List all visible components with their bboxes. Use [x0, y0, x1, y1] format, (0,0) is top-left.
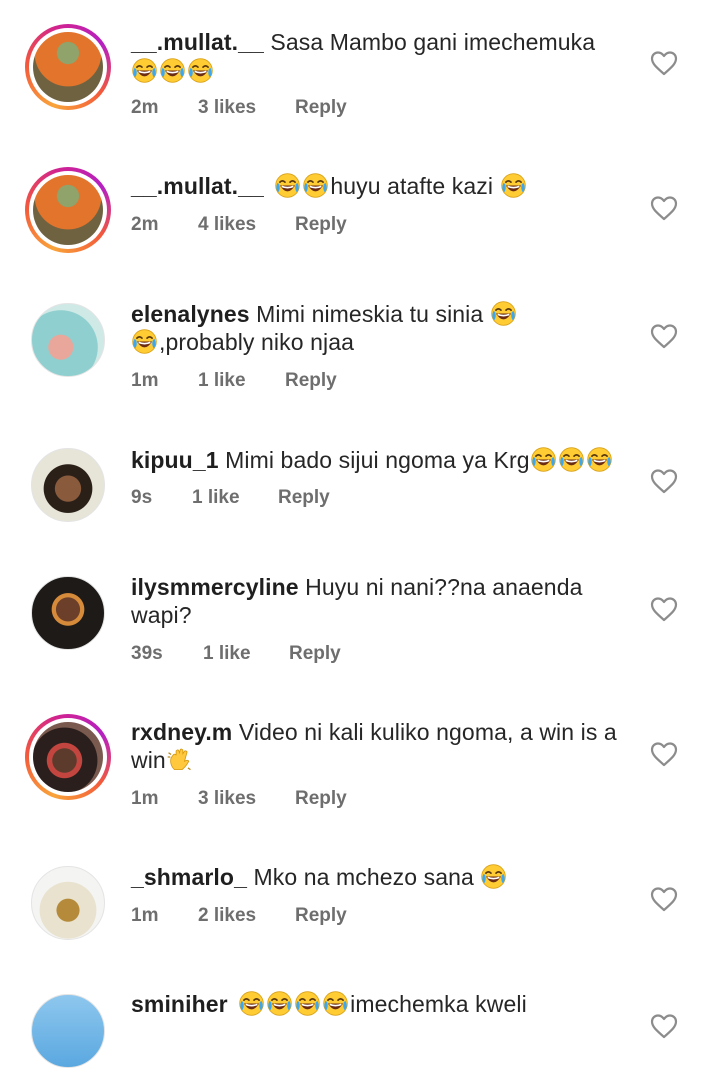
laugh-emoji-icon [274, 172, 301, 199]
avatar[interactable] [25, 988, 111, 1074]
avatar-image [33, 722, 103, 792]
username[interactable]: __.mullat.__ [131, 29, 264, 55]
timestamp: 39s [131, 643, 163, 664]
reply-button[interactable]: Reply [289, 643, 341, 665]
avatar-image [31, 448, 105, 522]
likes-count[interactable]: 3 likes [198, 97, 256, 119]
like-heart-icon[interactable] [650, 886, 678, 912]
laugh-emoji-icon [530, 446, 557, 473]
like-heart-icon[interactable] [650, 596, 678, 622]
avatar-image [31, 994, 105, 1068]
comment-text: elenalynes Mimi nimeskia tu sinia [131, 300, 631, 328]
comment-text: sminiher imechemka kweli [131, 990, 527, 1017]
username[interactable]: _shmarlo_ [131, 864, 247, 890]
laugh-emoji-icon [187, 57, 214, 84]
avatar-image [33, 32, 103, 102]
laugh-emoji-icon [480, 863, 507, 890]
avatar-image [31, 576, 105, 650]
laugh-emoji-icon [294, 990, 321, 1017]
avatar[interactable] [25, 167, 111, 253]
laugh-emoji-icon [131, 328, 158, 355]
comment-text: kipuu_1 Mimi bado sijui ngoma ya Krg [131, 446, 631, 474]
timestamp: 2m [131, 214, 159, 235]
comment-text: _shmarlo_ Mko na mchezo sana [131, 863, 631, 891]
laugh-emoji-icon [266, 990, 293, 1017]
like-heart-icon[interactable] [650, 50, 678, 76]
reply-button[interactable]: Reply [295, 214, 347, 236]
username[interactable]: rxdney.m [131, 719, 232, 745]
avatar-image [31, 303, 105, 377]
avatar[interactable] [25, 570, 111, 656]
comment-text: ilysmmercyline Huyu ni nani??na anaenda [131, 574, 583, 600]
timestamp: 2m [131, 97, 159, 118]
laugh-emoji-icon [238, 990, 265, 1017]
laugh-emoji-icon [322, 990, 349, 1017]
laugh-emoji-icon [500, 172, 527, 199]
avatar[interactable] [25, 24, 111, 110]
comment-text: __.mullat.__ huyu atafte kazi [131, 172, 631, 200]
laugh-emoji-icon [558, 446, 585, 473]
likes-count[interactable]: 3 likes [198, 788, 256, 810]
like-heart-icon[interactable] [650, 468, 678, 494]
avatar-image [31, 866, 105, 940]
laugh-emoji-icon [159, 57, 186, 84]
like-heart-icon[interactable] [650, 323, 678, 349]
username[interactable]: ilysmmercyline [131, 574, 299, 600]
laugh-emoji-icon [586, 446, 613, 473]
likes-count[interactable]: 1 like [198, 370, 246, 392]
username[interactable]: __.mullat.__ [131, 173, 264, 199]
avatar[interactable] [25, 714, 111, 800]
likes-count[interactable]: 1 like [192, 487, 240, 509]
likes-count[interactable]: 2 likes [198, 905, 256, 927]
likes-count[interactable]: 4 likes [198, 214, 256, 236]
timestamp: 1m [131, 788, 159, 809]
likes-count[interactable]: 1 like [203, 643, 251, 665]
wave-emoji-icon [166, 746, 193, 773]
timestamp: 9s [131, 487, 153, 508]
comment-text: __.mullat.__ Sasa Mambo gani imechemuka [131, 29, 596, 55]
like-heart-icon[interactable] [650, 195, 678, 221]
laugh-emoji-icon [131, 57, 158, 84]
reply-button[interactable]: Reply [295, 905, 347, 927]
like-heart-icon[interactable] [650, 1013, 678, 1039]
timestamp: 1m [131, 905, 159, 926]
reply-button[interactable]: Reply [278, 487, 330, 509]
username[interactable]: sminiher [131, 991, 228, 1017]
like-heart-icon[interactable] [650, 741, 678, 767]
avatar[interactable] [25, 860, 111, 946]
avatar[interactable] [25, 442, 111, 528]
laugh-emoji-icon [302, 172, 329, 199]
reply-button[interactable]: Reply [295, 97, 347, 119]
reply-button[interactable]: Reply [295, 788, 347, 810]
username[interactable]: kipuu_1 [131, 447, 219, 473]
avatar-image [33, 175, 103, 245]
timestamp: 1m [131, 370, 159, 391]
username[interactable]: elenalynes [131, 301, 250, 327]
avatar[interactable] [25, 297, 111, 383]
reply-button[interactable]: Reply [285, 370, 337, 392]
comment-text: rxdney.m Video ni kali kuliko ngoma, a w… [131, 719, 617, 745]
laugh-emoji-icon [490, 300, 517, 327]
